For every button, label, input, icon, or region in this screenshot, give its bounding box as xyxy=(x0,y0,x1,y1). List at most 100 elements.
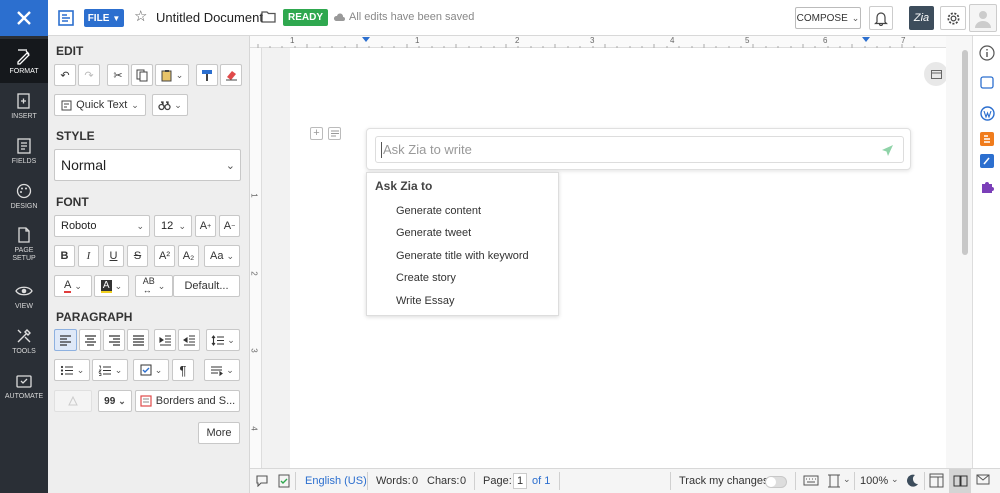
page-layout-button[interactable] xyxy=(827,474,841,491)
bullet-list-button[interactable]: ⌄ xyxy=(54,359,90,381)
menu-item-generate-tweet[interactable]: Generate tweet xyxy=(396,227,471,239)
avatar[interactable] xyxy=(969,4,997,32)
tools-icon xyxy=(17,329,31,343)
nav-insert[interactable]: INSERT xyxy=(0,84,48,128)
justify-button[interactable] xyxy=(127,329,149,351)
dark-mode-button[interactable] xyxy=(906,474,919,490)
italic-button[interactable]: I xyxy=(78,245,99,267)
align-left-button[interactable] xyxy=(54,329,77,351)
nav-fields[interactable]: FIELDS xyxy=(0,129,48,173)
nav-automate[interactable]: AUTOMATE xyxy=(0,364,48,408)
comment-button[interactable] xyxy=(255,474,269,490)
line-spacing-button[interactable]: ⌄ xyxy=(206,329,240,351)
notebook-button[interactable] xyxy=(977,151,997,171)
nav-page-setup[interactable]: PAGE SETUP xyxy=(0,219,48,269)
align-right-button[interactable] xyxy=(103,329,125,351)
numbered-list-button[interactable]: ⌄ xyxy=(92,359,128,381)
horizontal-ruler[interactable]: 1 1 2 3 4 5 6 7 xyxy=(250,36,946,48)
nav-format[interactable]: FORMAT xyxy=(0,39,48,83)
borders-shading-button[interactable]: Borders and S... xyxy=(135,390,240,412)
paste-button[interactable]: ⌄ xyxy=(155,64,189,86)
book-view-button[interactable] xyxy=(949,469,971,493)
feedback-button[interactable] xyxy=(976,474,990,489)
puzzle-icon xyxy=(981,181,994,193)
clear-format-button[interactable] xyxy=(220,64,242,86)
underline-button[interactable]: U xyxy=(103,245,124,267)
vertical-ruler[interactable]: 1 2 3 4 xyxy=(250,48,262,468)
document-icon[interactable] xyxy=(57,9,75,27)
insert-icon xyxy=(17,93,30,109)
default-font-button[interactable]: Default... xyxy=(173,275,240,297)
undo-button[interactable]: ↶ xyxy=(54,64,76,86)
paragraph-shading-button[interactable] xyxy=(54,390,92,412)
chevron-down-icon[interactable]: ⌄ xyxy=(891,474,899,485)
font-color-button[interactable]: A ⌄ xyxy=(54,275,92,297)
menu-item-generate-content[interactable]: Generate content xyxy=(396,205,481,217)
more-button[interactable]: More xyxy=(198,422,240,444)
menu-item-write-essay[interactable]: Write Essay xyxy=(396,295,454,307)
sidebar-toggle-button[interactable] xyxy=(924,62,948,86)
compose-button[interactable]: COMPOSE ⌄ xyxy=(795,7,861,29)
font-family-select[interactable]: Roboto ⌄ xyxy=(54,215,150,237)
paragraph-spacing-button[interactable]: ⌄ xyxy=(204,359,240,381)
close-button[interactable] xyxy=(0,0,48,36)
menu-item-generate-title[interactable]: Generate title with keyword xyxy=(396,250,529,262)
layout-view-button[interactable] xyxy=(929,473,944,491)
grow-font-button[interactable]: A + xyxy=(195,215,216,237)
keyboard-button[interactable] xyxy=(803,474,819,489)
checklist-button[interactable]: ⌄ xyxy=(133,359,169,381)
comments-button[interactable] xyxy=(977,73,997,93)
nav-design[interactable]: DESIGN xyxy=(0,174,48,218)
format-painter-button[interactable] xyxy=(196,64,218,86)
show-formatting-button[interactable]: ¶ xyxy=(172,359,194,381)
paragraph-style-select[interactable]: Normal ⌄ xyxy=(54,149,241,181)
page-number-input[interactable]: 1 xyxy=(513,473,527,489)
add-block-button[interactable]: + xyxy=(310,127,323,140)
document-title[interactable]: Untitled Document xyxy=(156,10,263,25)
quick-text-icon xyxy=(61,100,72,110)
zia-button[interactable]: Zia xyxy=(909,6,934,30)
chevron-down-icon: ⌄ xyxy=(226,250,234,261)
track-changes-toggle[interactable] xyxy=(765,476,787,488)
extensions-button[interactable] xyxy=(977,176,997,196)
nav-tools[interactable]: TOOLS xyxy=(0,319,48,363)
decrease-indent-button[interactable] xyxy=(178,329,200,351)
settings-button[interactable] xyxy=(940,6,966,30)
file-menu-button[interactable]: FILE ▼ xyxy=(84,9,124,27)
redo-button[interactable]: ↷ xyxy=(78,64,100,86)
find-replace-button[interactable]: ⌄ xyxy=(152,94,188,116)
highlight-color-button[interactable]: A ⌄ xyxy=(94,275,129,297)
change-case-button[interactable]: Aa ⌄ xyxy=(204,245,240,267)
subscript-button[interactable]: A₂ xyxy=(178,245,199,267)
strikethrough-button[interactable]: S xyxy=(127,245,148,267)
info-button[interactable] xyxy=(977,43,997,63)
blogger-button[interactable] xyxy=(977,129,997,149)
send-icon[interactable] xyxy=(881,144,894,157)
align-center-button[interactable] xyxy=(79,329,101,351)
star-icon[interactable]: ☆ xyxy=(134,9,147,25)
shrink-font-button[interactable]: A − xyxy=(219,215,240,237)
language-select[interactable]: English (US) xyxy=(305,475,367,487)
nav-view[interactable]: VIEW xyxy=(0,274,48,318)
character-spacing-button[interactable]: AB ↔ ⌄ xyxy=(135,275,173,297)
notification-button[interactable] xyxy=(869,6,893,30)
document-check-button[interactable] xyxy=(278,473,290,491)
superscript-button[interactable]: A² xyxy=(154,245,175,267)
wordpress-button[interactable] xyxy=(977,103,997,123)
chevron-down-icon[interactable]: ⌄ xyxy=(843,474,851,485)
cut-button[interactable]: ✂ xyxy=(107,64,129,86)
block-menu-button[interactable] xyxy=(328,127,341,140)
bold-button[interactable]: B xyxy=(54,245,75,267)
increase-indent-button[interactable] xyxy=(154,329,176,351)
scrollbar-thumb[interactable] xyxy=(962,50,968,255)
quote-button[interactable]: 99 ⌄ xyxy=(98,390,132,412)
folder-icon[interactable] xyxy=(261,10,276,26)
zia-input[interactable]: Ask Zia to write xyxy=(375,136,904,163)
copy-button[interactable] xyxy=(131,64,153,86)
menu-item-create-story[interactable]: Create story xyxy=(396,272,456,284)
zoom-level[interactable]: 100% xyxy=(860,475,888,487)
font-size-select[interactable]: 12 ⌄ xyxy=(154,215,192,237)
text-cursor xyxy=(381,142,382,158)
vertical-scrollbar[interactable] xyxy=(946,36,972,468)
quick-text-button[interactable]: Quick Text ⌄ xyxy=(54,94,146,116)
